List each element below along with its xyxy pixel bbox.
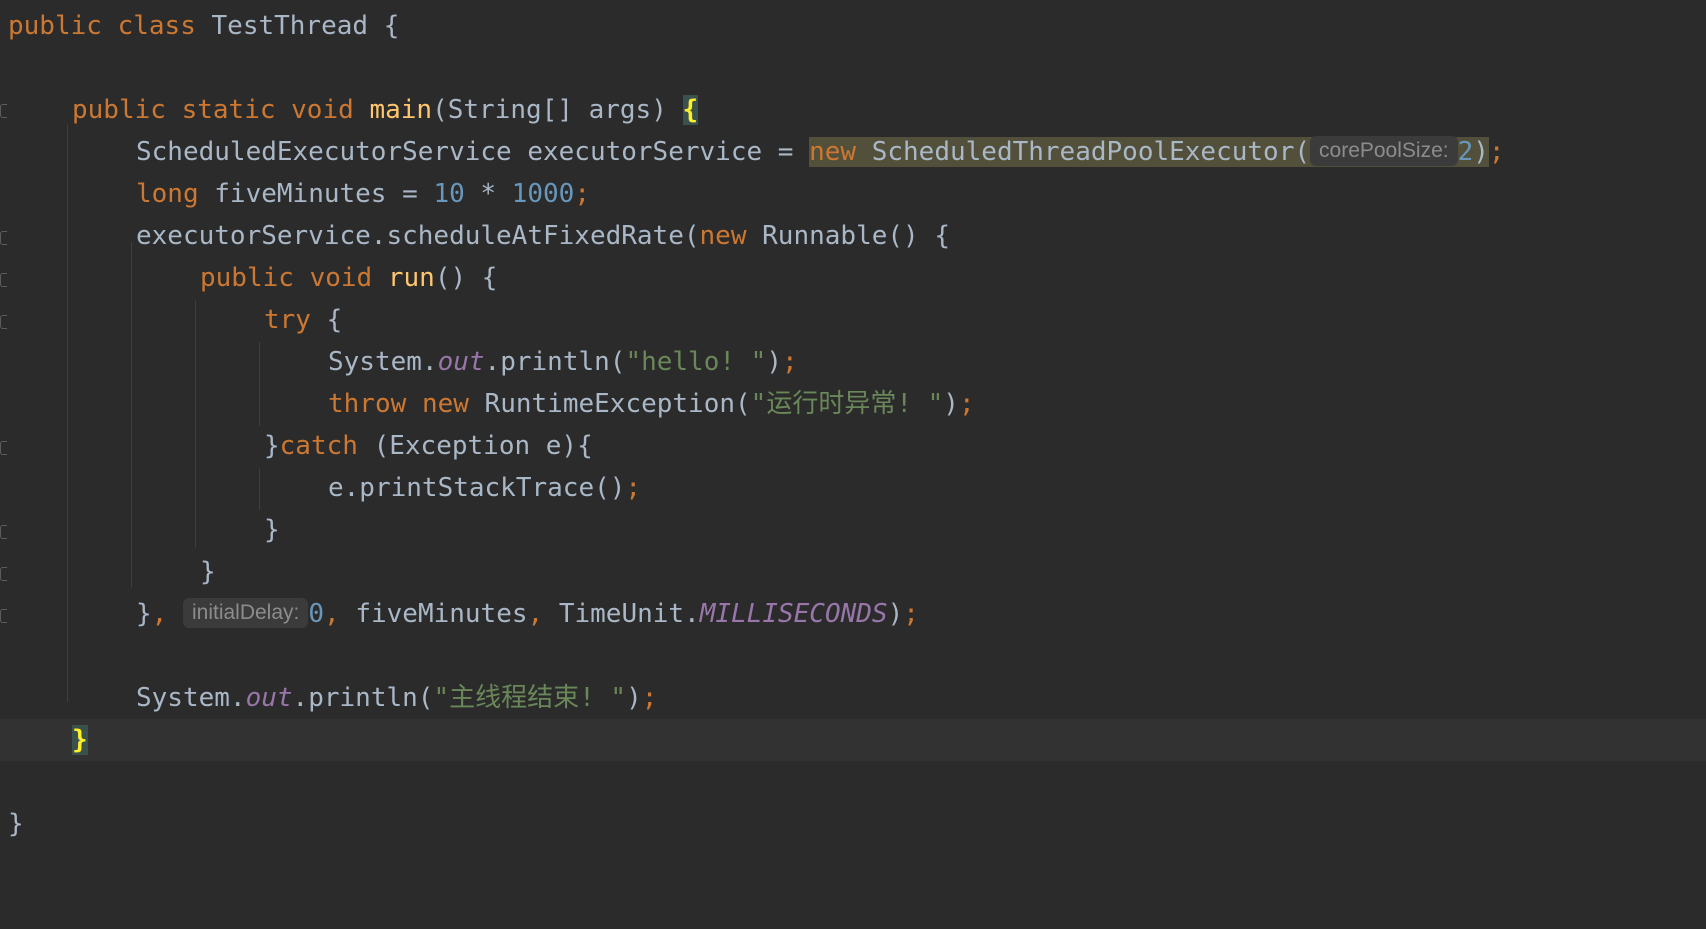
code-editor[interactable]: public class TestThread { public static … xyxy=(0,0,1706,870)
code-token: ) xyxy=(766,347,782,377)
code-token: fiveMinutes = xyxy=(198,179,434,209)
string-token: "hello! " xyxy=(625,347,767,377)
code-token: ) xyxy=(1473,137,1489,167)
number-token: 0 xyxy=(308,599,325,629)
comma-token: , xyxy=(324,599,356,629)
semicolon-token: ; xyxy=(1488,137,1505,167)
code-line[interactable]: } xyxy=(0,509,1706,551)
code-token: System. xyxy=(328,347,438,377)
comma-token: , xyxy=(151,599,183,629)
code-token: } xyxy=(8,809,24,839)
code-token: e.printStackTrace() xyxy=(328,473,626,503)
code-token: (Exception e){ xyxy=(357,431,593,461)
code-line[interactable]: }, initialDelay: 0, fiveMinutes, TimeUnit… xyxy=(0,593,1706,635)
code-line[interactable]: throw new RuntimeException("运行时异常! "); xyxy=(0,383,1706,425)
keyword-token: new xyxy=(421,389,469,419)
code-token: } xyxy=(264,515,280,545)
keyword-token: catch xyxy=(279,431,358,461)
number-token: 1000 xyxy=(511,179,575,209)
semicolon-token: ; xyxy=(625,473,642,503)
keyword-token: public xyxy=(200,263,294,293)
keyword-token: static xyxy=(181,95,276,125)
keyword-token: public xyxy=(8,11,102,41)
code-token: .println( xyxy=(484,347,626,377)
code-token: .println( xyxy=(292,683,434,713)
code-token: System. xyxy=(136,683,246,713)
code-line[interactable]: public void run() { xyxy=(0,257,1706,299)
code-line[interactable]: public static void main(String[] args) { xyxy=(0,89,1706,131)
code-token: TimeUnit. xyxy=(558,599,700,629)
string-token: "运行时异常! " xyxy=(750,389,944,419)
code-token: fiveMinutes xyxy=(355,599,528,629)
code-line[interactable]: } xyxy=(0,803,1706,845)
code-token: } xyxy=(264,431,280,461)
static-field-token: out xyxy=(437,347,485,377)
code-token: () { xyxy=(434,263,498,293)
code-token: } xyxy=(136,599,152,629)
keyword-token: try xyxy=(264,305,311,335)
semicolon-token: ; xyxy=(781,347,798,377)
keyword-token: long xyxy=(136,179,199,209)
code-token: ScheduledThreadPoolExecutor( xyxy=(856,137,1311,167)
code-token: ScheduledExecutorService executorService… xyxy=(136,137,810,167)
code-line[interactable]: System.out.println("hello! "); xyxy=(0,341,1706,383)
keyword-token: void xyxy=(291,95,354,125)
semicolon-token: ; xyxy=(574,179,590,209)
keyword-token: new xyxy=(699,221,747,251)
comma-token: , xyxy=(527,599,559,629)
code-line[interactable]: executorService.scheduleAtFixedRate(new … xyxy=(0,215,1706,257)
matched-brace: } xyxy=(72,725,88,755)
code-token: (String[] args) xyxy=(432,95,683,125)
code-line[interactable]: try { xyxy=(0,299,1706,341)
code-token: ) xyxy=(626,683,642,713)
parameter-hint: initialDelay: xyxy=(182,598,309,628)
code-line[interactable]: System.out.println("主线程结束! "); xyxy=(0,677,1706,719)
code-token: } xyxy=(200,557,216,587)
method-name-token: run xyxy=(387,263,435,293)
code-line[interactable]: ScheduledExecutorService executorService… xyxy=(0,131,1706,173)
number-token: 10 xyxy=(433,179,465,209)
code-token: { xyxy=(310,305,343,335)
code-line[interactable]: public class TestThread { xyxy=(0,5,1706,47)
usage-highlight: new ScheduledThreadPoolExecutor(corePool… xyxy=(809,136,1489,167)
code-line[interactable]: }catch (Exception e){ xyxy=(0,425,1706,467)
current-code-line[interactable]: } xyxy=(0,719,1706,761)
semicolon-token: ; xyxy=(641,683,658,713)
code-token: executorService.scheduleAtFixedRate( xyxy=(136,221,700,251)
parameter-hint: corePoolSize: xyxy=(1310,136,1458,166)
keyword-token: public xyxy=(72,95,166,125)
code-line[interactable]: e.printStackTrace(); xyxy=(0,467,1706,509)
semicolon-token: ; xyxy=(903,599,919,629)
class-name-token: TestThread { xyxy=(195,11,400,41)
string-token: "主线程结束! " xyxy=(433,683,627,713)
static-field-token: MILLISECONDS xyxy=(699,599,888,629)
code-token: Runnable() { xyxy=(746,221,950,251)
code-token: ) xyxy=(887,599,904,629)
number-token: 2 xyxy=(1457,137,1474,167)
keyword-token: class xyxy=(117,11,196,41)
matched-brace: { xyxy=(682,95,699,125)
code-token: ) xyxy=(943,389,959,419)
code-line[interactable]: } xyxy=(0,551,1706,593)
code-token: RuntimeException( xyxy=(468,389,751,419)
code-token: * xyxy=(464,179,512,209)
method-name-token: main xyxy=(369,95,433,125)
keyword-token: void xyxy=(309,263,373,293)
static-field-token: out xyxy=(245,683,293,713)
semicolon-token: ; xyxy=(958,389,975,419)
keyword-token: new xyxy=(809,137,857,167)
code-line[interactable]: long fiveMinutes = 10 * 1000; xyxy=(0,173,1706,215)
keyword-token: throw xyxy=(328,389,407,419)
